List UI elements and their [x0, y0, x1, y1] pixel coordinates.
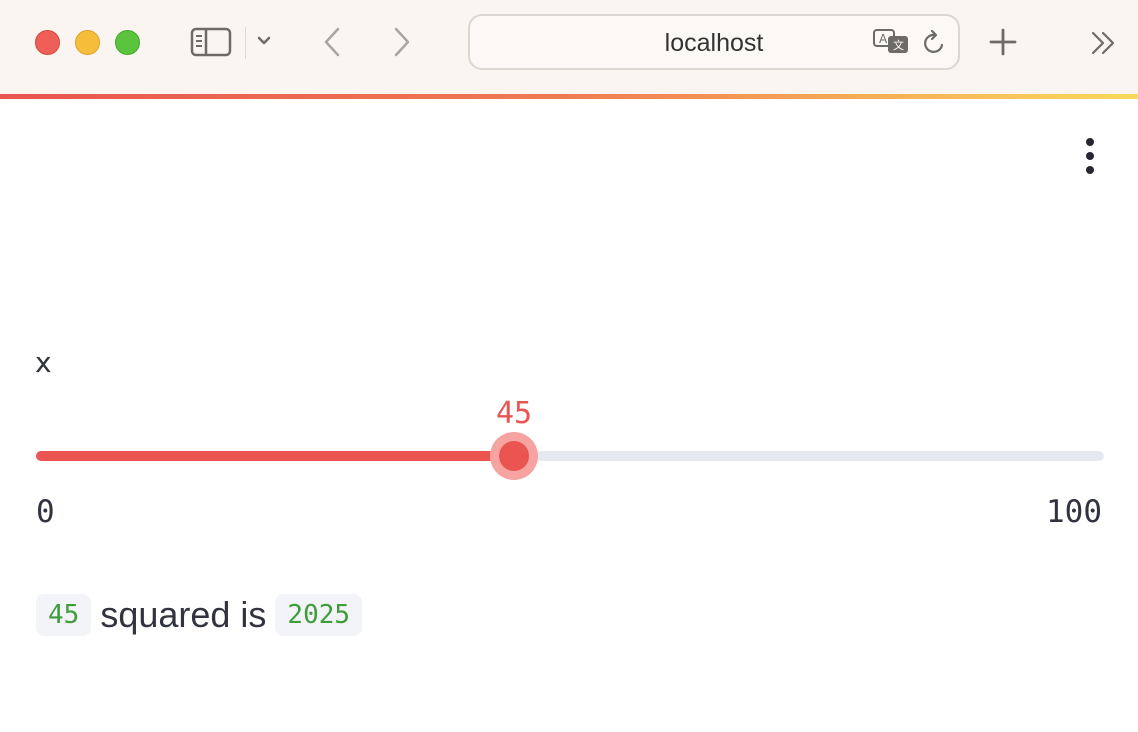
- address-bar[interactable]: localhost A 文: [468, 14, 960, 70]
- svg-text:A: A: [879, 32, 888, 46]
- minimize-window-button[interactable]: [75, 30, 100, 55]
- sidebar-icon[interactable]: [190, 27, 232, 57]
- result-line: 45 squared is 2025: [36, 590, 363, 640]
- translate-icon[interactable]: A 文: [872, 28, 912, 56]
- zoom-window-button[interactable]: [115, 30, 140, 55]
- back-icon[interactable]: [320, 26, 344, 58]
- slider-label: x: [35, 346, 52, 379]
- menu-dot: [1086, 166, 1094, 174]
- slider-max-label: 100: [1046, 494, 1102, 530]
- reload-icon[interactable]: [922, 29, 948, 57]
- main-menu-button[interactable]: [1070, 132, 1110, 182]
- forward-icon[interactable]: [390, 26, 414, 58]
- slider-current-value: 45: [495, 396, 533, 431]
- output-value-code: 2025: [275, 594, 363, 636]
- new-tab-icon[interactable]: [988, 27, 1018, 57]
- app-decoration-bar: [0, 94, 1138, 99]
- slider-fill: [36, 451, 514, 461]
- slider-min-label: 0: [36, 494, 55, 530]
- svg-text:文: 文: [893, 38, 904, 52]
- result-text: squared is: [100, 594, 267, 635]
- slider-track[interactable]: [36, 451, 1104, 461]
- chevron-down-icon[interactable]: [256, 35, 272, 47]
- close-window-button[interactable]: [35, 30, 60, 55]
- toolbar-divider: [245, 27, 246, 59]
- more-tabs-icon[interactable]: [1090, 30, 1118, 56]
- input-value-code: 45: [36, 594, 92, 636]
- browser-toolbar: localhost A 文: [0, 0, 1138, 94]
- slider-thumb[interactable]: [499, 441, 529, 471]
- menu-dot: [1086, 152, 1094, 160]
- menu-dot: [1086, 138, 1094, 146]
